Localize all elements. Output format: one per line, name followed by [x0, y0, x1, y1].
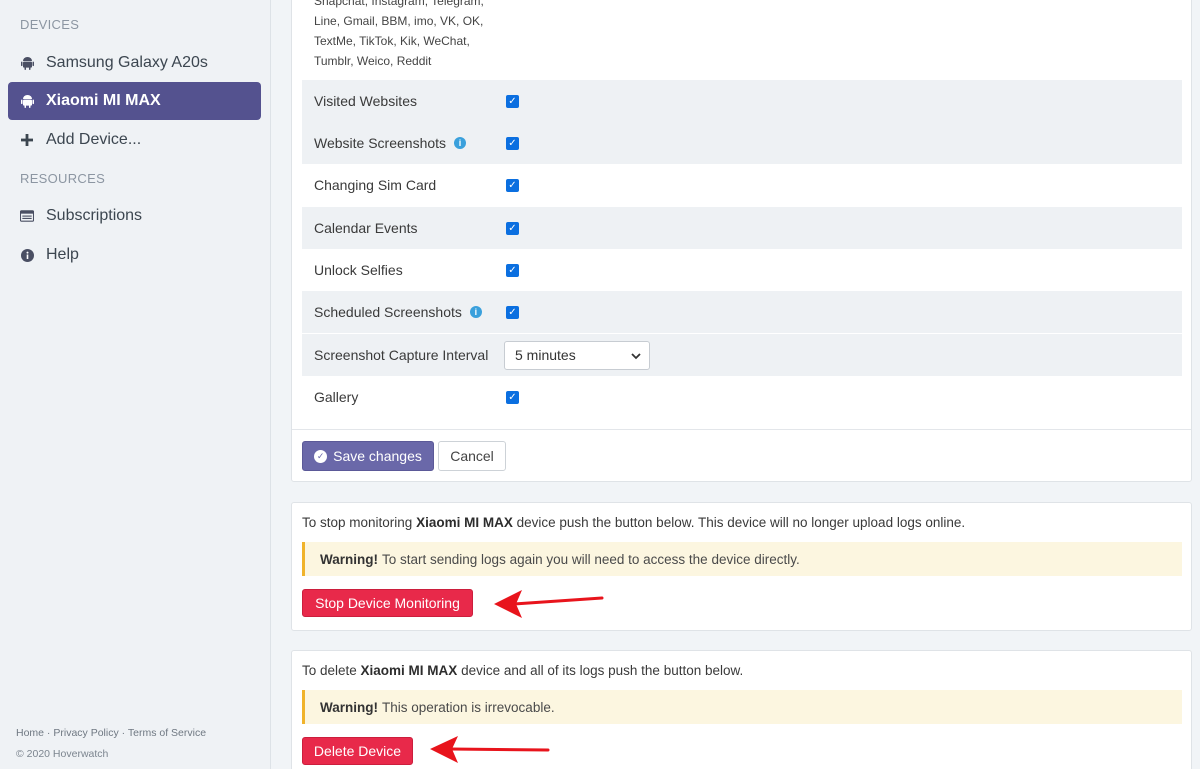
setting-label: Changing Sim Card [314, 177, 437, 193]
sidebar-item-label: Samsung Galaxy A20s [46, 54, 208, 71]
save-label: Save changes [333, 448, 422, 464]
red-arrow-annotation [494, 590, 604, 618]
info-icon[interactable]: i [454, 137, 467, 149]
calendar-events-checkbox[interactable]: ✓ [506, 221, 519, 235]
text-part: device push the button below. This devic… [512, 515, 966, 530]
save-changes-button[interactable]: ✓ Save changes [302, 441, 434, 471]
main-content: Snapchat, Instagram, Telegram, Line, Gma… [271, 0, 1200, 769]
android-icon [20, 56, 34, 70]
sidebar-item-label: Subscriptions [46, 207, 143, 224]
resources-section-label: RESOURCES [20, 171, 106, 186]
setting-row-gallery: Gallery ✓ [302, 376, 1182, 418]
text-part: device and all of its logs push the butt… [457, 663, 744, 678]
sidebar: DEVICES Samsung Galaxy A20s Xiaomi MI MA… [0, 0, 271, 769]
devices-section-label: DEVICES [20, 17, 80, 32]
setting-row-screenshot-capture-interval: Screenshot Capture Interval 5 minutes [302, 334, 1182, 376]
chevron-down-icon [631, 347, 641, 363]
monitoring-settings-card: Snapchat, Instagram, Telegram, Line, Gma… [291, 0, 1192, 482]
home-link[interactable]: Home [16, 727, 44, 739]
setting-label: Scheduled Screenshots i [302, 304, 504, 320]
stop-monitoring-warning: Warning! To start sending logs again you … [302, 542, 1182, 576]
unlock-selfies-checkbox[interactable]: ✓ [506, 263, 519, 277]
android-icon [20, 94, 34, 108]
setting-label-text: Website Screenshots [314, 135, 447, 151]
plus-icon [20, 133, 34, 147]
footer-separator: · [44, 727, 54, 739]
text-part: To delete [302, 663, 361, 678]
setting-label: Calendar Events [314, 220, 418, 236]
visited-websites-checkbox[interactable]: ✓ [506, 94, 519, 108]
warning-title: Warning! [320, 699, 378, 715]
setting-label: Website Screenshots i [302, 135, 504, 151]
sidebar-item-subscriptions[interactable]: Subscriptions [8, 197, 261, 235]
cancel-button[interactable]: Cancel [438, 441, 506, 471]
copyright: © 2020 Hoverwatch [16, 748, 109, 760]
screenshot-interval-select[interactable]: 5 minutes [504, 340, 650, 370]
setting-row-scheduled-screenshots: Scheduled Screenshots i ✓ [302, 291, 1182, 333]
sidebar-item-label: Help [46, 246, 79, 263]
select-value: 5 minutes [515, 347, 576, 363]
sidebar-item-xiaomi-mi-max[interactable]: Xiaomi MI MAX [8, 82, 261, 120]
add-device-label: Add Device... [46, 131, 142, 148]
privacy-policy-link[interactable]: Privacy Policy [53, 727, 118, 739]
sidebar-item-label: Xiaomi MI MAX [46, 92, 161, 109]
sidebar-item-help[interactable]: Help [8, 236, 261, 274]
stop-monitoring-text: To stop monitoring Xiaomi MI MAX device … [302, 515, 965, 530]
terms-of-service-link[interactable]: Terms of Service [128, 727, 206, 739]
setting-row-unlock-selfies: Unlock Selfies ✓ [302, 249, 1182, 291]
warning-title: Warning! [320, 551, 378, 567]
stop-device-monitoring-button[interactable]: Stop Device Monitoring [302, 589, 473, 617]
scheduled-screenshots-checkbox[interactable]: ✓ [506, 305, 519, 319]
setting-label: Unlock Selfies [314, 262, 403, 278]
setting-row-visited-websites: Visited Websites ✓ [302, 80, 1182, 122]
check-circle-icon: ✓ [314, 449, 328, 463]
info-icon[interactable]: i [469, 306, 482, 318]
text-part: To stop monitoring [302, 515, 417, 530]
stop-monitoring-card: To stop monitoring Xiaomi MI MAX device … [291, 502, 1192, 631]
footer-separator: · [118, 727, 128, 739]
setting-label-text: Scheduled Screenshots [314, 304, 462, 320]
sidebar-item-samsung-galaxy-a20s[interactable]: Samsung Galaxy A20s [8, 44, 261, 82]
info-icon [20, 248, 34, 262]
red-arrow-annotation [430, 736, 550, 763]
delete-device-text: To delete Xiaomi MI MAX device and all o… [302, 663, 743, 678]
delete-device-button[interactable]: Delete Device [302, 737, 413, 765]
website-screenshots-checkbox[interactable]: ✓ [506, 136, 519, 150]
footer-links: Home · Privacy Policy · Terms of Service [16, 727, 206, 739]
divider [292, 429, 1191, 430]
add-device-link[interactable]: Add Device... [8, 121, 261, 159]
setting-label: Visited Websites [314, 93, 417, 109]
changing-sim-card-checkbox[interactable]: ✓ [506, 178, 519, 192]
delete-device-card: To delete Xiaomi MI MAX device and all o… [291, 650, 1192, 769]
warning-text: To start sending logs again you will nee… [382, 551, 800, 567]
setting-label: Gallery [314, 389, 359, 405]
setting-row-website-screenshots: Website Screenshots i ✓ [302, 122, 1182, 164]
supported-apps-text: Snapchat, Instagram, Telegram, Line, Gma… [314, 0, 484, 68]
setting-row-changing-sim-card: Changing Sim Card ✓ [302, 164, 1182, 206]
device-name: Xiaomi MI MAX [360, 663, 458, 678]
delete-device-warning: Warning! This operation is irrevocable. [302, 690, 1182, 724]
gallery-checkbox[interactable]: ✓ [506, 390, 519, 404]
setting-row-calendar-events: Calendar Events ✓ [302, 207, 1182, 249]
warning-text: This operation is irrevocable. [382, 699, 555, 715]
device-name: Xiaomi MI MAX [416, 515, 513, 530]
setting-label: Screenshot Capture Interval [314, 347, 489, 363]
list-icon [20, 209, 34, 223]
